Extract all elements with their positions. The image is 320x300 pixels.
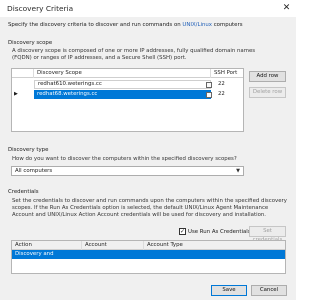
table-row[interactable]: redhat610.weterings.cc 22	[12, 80, 243, 89]
credentials-grid[interactable]: Action Account Account Type Discovery an…	[11, 240, 286, 274]
discovery-type-value: All computers	[15, 168, 53, 174]
column-header-ssh-port[interactable]: SSH Port	[211, 69, 243, 78]
action-cell[interactable]: Discovery and installation	[12, 250, 82, 266]
intro-text-end: computers	[211, 22, 243, 28]
discovery-scope-grid[interactable]: Discovery Scope SSH Port redhat610.weter…	[11, 68, 244, 132]
set-credentials-button[interactable]: Set credentials	[249, 226, 286, 243]
ssh-port-cell[interactable]: 22	[215, 90, 243, 99]
discovery-type-label: Discovery type	[8, 147, 49, 153]
cancel-button[interactable]: Cancel	[251, 285, 287, 296]
discovery-scope-description: A discovery scope is composed of one or …	[12, 48, 256, 62]
account-type-cell[interactable]	[144, 250, 285, 259]
delete-row-button[interactable]: Delete row	[249, 87, 286, 98]
table-row[interactable]: Discovery and installation	[12, 250, 285, 266]
ssh-port-cell[interactable]: 22	[215, 80, 243, 89]
intro-text-start: Specify the discovery criteria to discov…	[8, 22, 183, 28]
intro-text-highlight: UNIX/Linux	[182, 22, 212, 28]
run-as-label: Use Run As Credentials	[188, 229, 251, 235]
column-header-account[interactable]: Account	[82, 241, 144, 250]
column-header-scope[interactable]: Discovery Scope	[34, 69, 211, 78]
discovery-type-select[interactable]: All computers ▼	[11, 166, 244, 176]
credentials-description: Set the credentials to discover and run …	[12, 198, 287, 219]
grid-header: Action Account Account Type	[12, 241, 285, 250]
add-row-button[interactable]: Add row	[249, 71, 286, 82]
credentials-label: Credentials	[8, 189, 39, 195]
discovery-scope-label: Discovery scope	[8, 40, 53, 46]
column-header-action[interactable]: Action	[12, 241, 82, 250]
row-header-corner	[12, 69, 34, 78]
table-row[interactable]: ▶ redhat68.weterings.cc 22	[12, 90, 243, 99]
grid-header: Discovery Scope SSH Port	[12, 69, 243, 78]
intro-text: Specify the discovery criteria to discov…	[8, 22, 243, 28]
scope-cell[interactable]: redhat68.weterings.cc	[34, 90, 211, 99]
window-title: Discovery Criteria	[7, 4, 74, 13]
account-cell[interactable]	[82, 250, 144, 259]
title-bar: Discovery Criteria ✕	[0, 0, 296, 17]
edit-icon[interactable]	[206, 82, 212, 88]
save-button[interactable]: Save	[211, 285, 247, 296]
discovery-type-question: How do you want to discover the computer…	[12, 156, 237, 162]
column-header-account-type[interactable]: Account Type	[144, 241, 285, 250]
chevron-down-icon: ▼	[236, 168, 240, 174]
close-icon[interactable]: ✕	[280, 2, 293, 14]
scope-cell[interactable]: redhat610.weterings.cc	[34, 80, 211, 89]
run-as-checkbox[interactable]: ✓	[179, 228, 186, 235]
current-row-arrow-icon: ▶	[14, 91, 18, 97]
edit-icon[interactable]	[206, 92, 212, 98]
